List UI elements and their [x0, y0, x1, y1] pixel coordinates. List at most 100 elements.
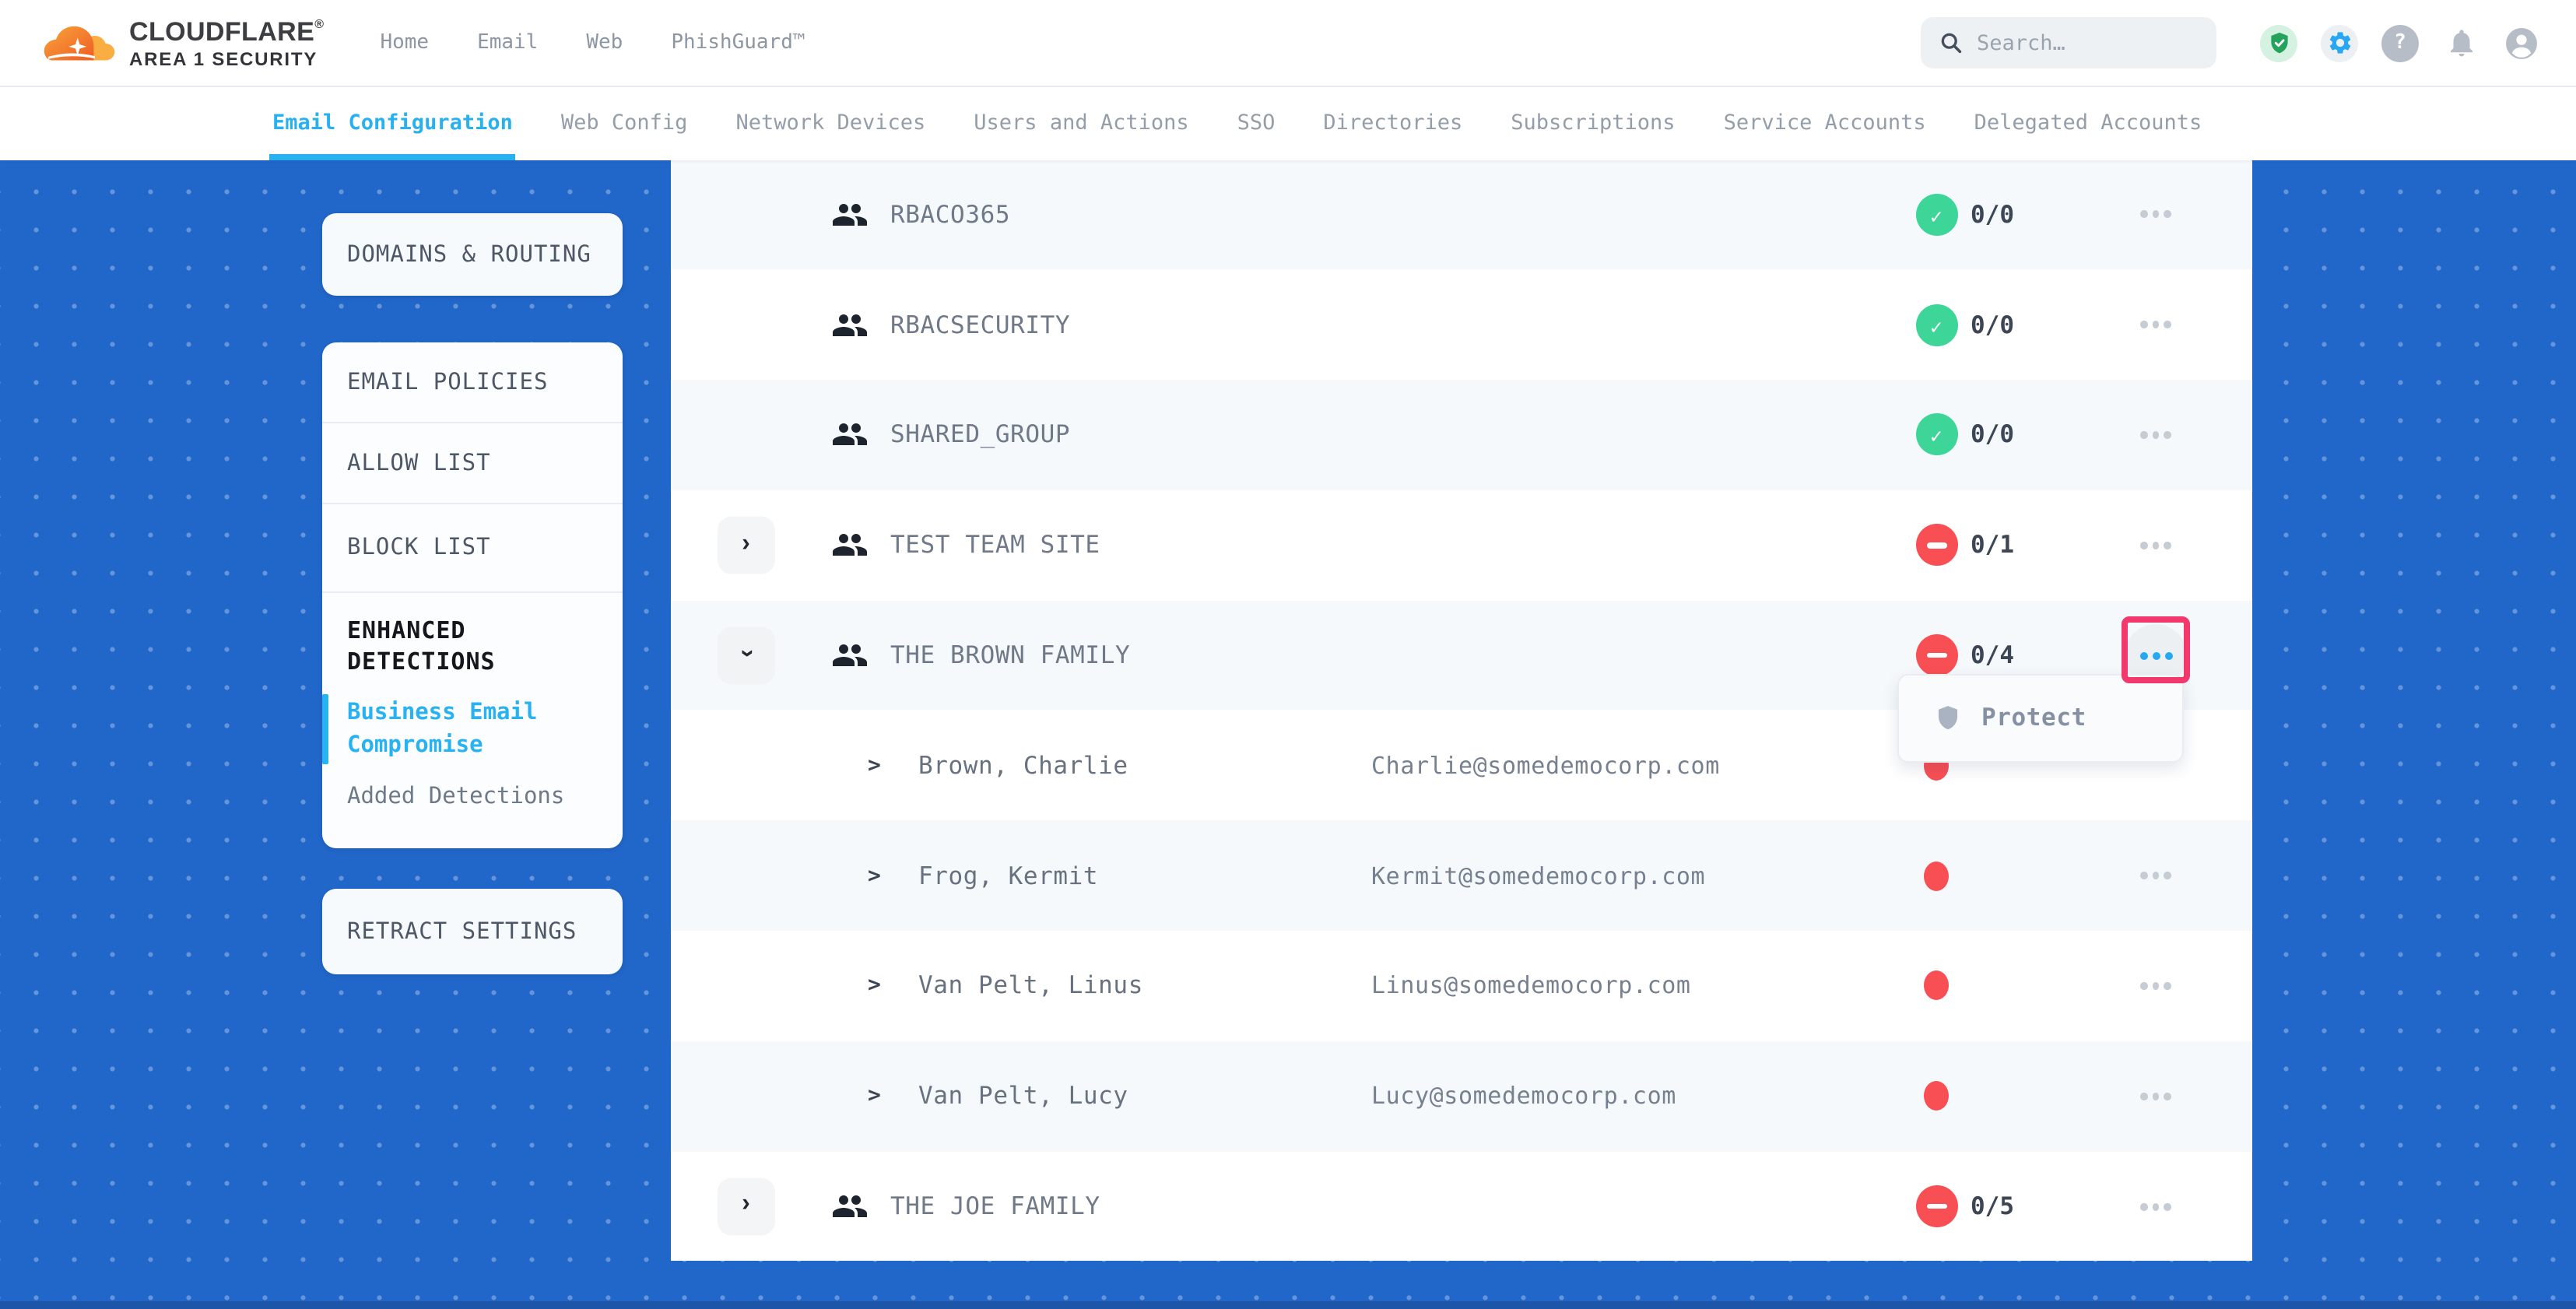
status-blocked-badge: [1915, 525, 1957, 567]
check-icon: [1930, 200, 1943, 230]
group-name: RBACSECURITY: [890, 311, 1070, 339]
sidebar-item-label: Business Email Compromise: [347, 700, 537, 757]
chevron-down-icon: [733, 650, 758, 658]
member-count: 0/0: [1971, 201, 2014, 229]
sidebar-item-enhanced-detections[interactable]: ENHANCED DETECTIONS: [322, 615, 556, 677]
check-icon: [1930, 310, 1943, 339]
tab-subscriptions[interactable]: Subscriptions: [1511, 87, 1675, 160]
tab-network-devices[interactable]: Network Devices: [735, 87, 925, 160]
group-name: RBACO365: [890, 201, 1010, 229]
tab-directories[interactable]: Directories: [1323, 87, 1462, 160]
group-members-icon: [830, 637, 868, 674]
member-count: 0/0: [1971, 311, 2014, 339]
status-blocked-badge: [1915, 634, 1957, 676]
group-name: SHARED_GROUP: [890, 421, 1070, 449]
tab-sso[interactable]: SSO: [1237, 87, 1276, 160]
member-name: Van Pelt, Linus: [918, 972, 1143, 1000]
brand-text: CLOUDFLARE® AREA 1 SECURITY: [129, 18, 324, 68]
sidebar-item-domains-routing[interactable]: DOMAINS & ROUTING: [322, 213, 623, 296]
row-menu-button[interactable]: [2128, 518, 2184, 574]
search-icon: [1939, 31, 1963, 54]
row-menu-button[interactable]: [2128, 297, 2184, 353]
member-name: Frog, Kermit: [918, 862, 1098, 890]
settings-gear-icon[interactable]: [2321, 24, 2358, 61]
bottom-edge-strip: [0, 1301, 2576, 1309]
group-members-icon: [830, 527, 868, 564]
help-icon[interactable]: [2381, 24, 2419, 61]
member-count: 0/4: [1971, 641, 2014, 669]
top-nav-home[interactable]: Home: [380, 31, 429, 54]
page: CLOUDFLARE® AREA 1 SECURITY Home Email W…: [0, 0, 2576, 1309]
search-box[interactable]: [1921, 17, 2216, 68]
tab-delegated-accounts[interactable]: Delegated Accounts: [1974, 87, 2202, 160]
expand-group-button[interactable]: [718, 517, 774, 574]
chevron-right-icon: [742, 1192, 750, 1217]
table-row-member: Van Pelt, Lucy Lucy@somedemocorp.com: [670, 1041, 2252, 1152]
check-icon: [1930, 420, 1943, 450]
member-expand-chevron[interactable]: [868, 863, 881, 888]
chevron-right-icon: [742, 532, 750, 556]
group-members-icon: [830, 416, 868, 454]
group-name: THE BROWN FAMILY: [890, 641, 1130, 669]
notifications-bell-icon[interactable]: [2442, 24, 2479, 61]
sidebar-item-email-policies[interactable]: EMAIL POLICIES: [322, 342, 623, 422]
group-name: THE JOE FAMILY: [890, 1192, 1100, 1220]
status-ok-badge: [1915, 304, 1957, 346]
table-row-group: RBACO365 0/0: [670, 160, 2252, 270]
brand-name: CLOUDFLARE: [129, 16, 314, 46]
table-row-member: Van Pelt, Linus Linus@somedemocorp.com: [670, 931, 2252, 1041]
top-nav-email[interactable]: Email: [477, 31, 538, 54]
top-nav-web[interactable]: Web: [586, 31, 623, 54]
tab-users-and-actions[interactable]: Users and Actions: [974, 87, 1188, 160]
group-members-icon: [830, 196, 868, 233]
minus-icon: [1926, 1204, 1946, 1209]
member-email: Kermit@somedemocorp.com: [1371, 862, 1705, 890]
menu-item-protect[interactable]: Protect: [1981, 704, 2086, 732]
top-nav-phishguard[interactable]: PhishGuard™: [671, 31, 805, 54]
row-menu-button[interactable]: [2128, 1069, 2184, 1125]
sidebar-item-allow-list[interactable]: ALLOW LIST: [322, 423, 623, 503]
minus-icon: [1926, 542, 1946, 548]
status-ok-badge: [1915, 414, 1957, 456]
sidebar-item-block-list[interactable]: BLOCK LIST: [322, 504, 623, 591]
section-tabs: Email Configuration Web Config Network D…: [0, 87, 2576, 160]
table-row-group: SHARED_GROUP 0/0: [670, 380, 2252, 490]
expand-group-button[interactable]: [718, 1178, 774, 1235]
member-count: 0/1: [1971, 532, 2014, 560]
member-name: Brown, Charlie: [918, 752, 1128, 780]
row-menu-button[interactable]: [2128, 848, 2184, 904]
member-expand-chevron[interactable]: [868, 1084, 881, 1109]
tab-web-config[interactable]: Web Config: [561, 87, 688, 160]
user-profile-icon[interactable]: [2503, 24, 2540, 61]
row-menu-button[interactable]: [2128, 187, 2184, 243]
shield-check-icon[interactable]: [2260, 24, 2297, 61]
row-menu-button[interactable]: [2128, 958, 2184, 1014]
cloudflare-cloud-icon: [44, 19, 115, 66]
row-menu-button[interactable]: [2128, 407, 2184, 463]
collapse-group-button[interactable]: [718, 627, 774, 684]
group-members-icon: [830, 1188, 868, 1225]
member-expand-chevron[interactable]: [868, 753, 881, 778]
member-name: Van Pelt, Lucy: [918, 1083, 1128, 1111]
member-expand-chevron[interactable]: [868, 974, 881, 998]
member-email: Linus@somedemocorp.com: [1371, 972, 1691, 1000]
member-count: 0/5: [1971, 1192, 2014, 1220]
minus-icon: [1926, 653, 1946, 658]
row-menu-button[interactable]: [2128, 1178, 2184, 1234]
status-blocked-badge: [1915, 1185, 1957, 1227]
status-dot-red: [1924, 861, 1949, 890]
cloudflare-logo[interactable]: CLOUDFLARE® AREA 1 SECURITY: [44, 18, 324, 68]
row-context-menu: Protect: [1897, 673, 2184, 763]
table-row-member: Frog, Kermit Kermit@somedemocorp.com: [670, 821, 2252, 932]
group-members-icon: [830, 306, 868, 343]
header-status-icons: [2260, 24, 2540, 61]
sidebar-item-added-detections[interactable]: Added Detections: [322, 781, 598, 813]
tab-email-configuration[interactable]: Email Configuration: [272, 87, 513, 160]
sidebar-item-retract-settings[interactable]: RETRACT SETTINGS: [322, 889, 623, 974]
table-row-group: TEST TEAM SITE 0/1: [670, 490, 2252, 601]
search-input[interactable]: [1977, 30, 2198, 55]
sidebar-item-business-email-compromise[interactable]: Business Email Compromise: [322, 697, 587, 761]
table-row-group: RBACSECURITY 0/0: [670, 270, 2252, 381]
brand-subtitle: AREA 1 SECURITY: [129, 49, 324, 68]
tab-service-accounts[interactable]: Service Accounts: [1724, 87, 1926, 160]
